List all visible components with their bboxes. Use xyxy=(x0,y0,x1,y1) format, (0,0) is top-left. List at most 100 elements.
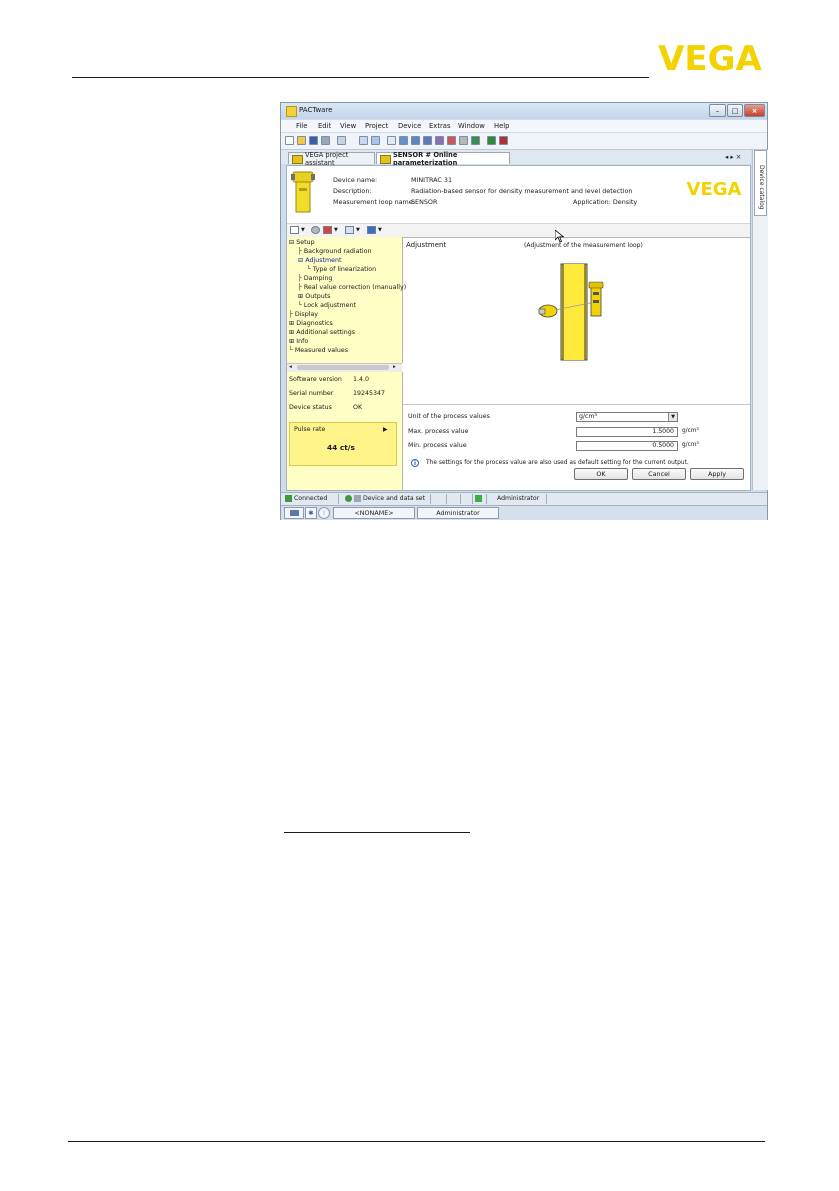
asterisk-icon[interactable]: ✱ xyxy=(305,507,317,519)
tree-item-outputs[interactable]: ⊞ Outputs xyxy=(298,293,330,300)
dtm-toolbar: ▼ ▼ ▼ ▼ xyxy=(287,223,750,238)
ok-button[interactable]: OK xyxy=(574,468,628,480)
tree-item-info[interactable]: ⊞ Info xyxy=(289,338,308,345)
text-rule xyxy=(284,832,470,833)
tree-item-background-radiation[interactable]: ├ Background radiation xyxy=(298,248,372,255)
view-icon[interactable] xyxy=(290,226,299,234)
print-icon[interactable] xyxy=(311,226,320,234)
tab-vega-project-assistant[interactable]: VEGA project assistant xyxy=(288,151,375,167)
help-dropdown-icon[interactable]: ▼ xyxy=(378,227,382,233)
menu-extras[interactable]: Extras xyxy=(429,122,450,130)
project-assistant-icon xyxy=(292,155,303,164)
scroll-thumb[interactable] xyxy=(297,365,389,370)
project-view-icon[interactable] xyxy=(371,136,380,145)
sensor-tab-icon xyxy=(380,155,391,164)
tab-sensor-online-parameterization[interactable]: SENSOR # Online parameterization xyxy=(376,151,510,167)
tree-item-damping[interactable]: ├ Damping xyxy=(298,275,332,282)
device-name-label: Device name: xyxy=(333,176,378,184)
info-status-icon[interactable]: i xyxy=(318,507,330,519)
open-icon[interactable] xyxy=(297,136,306,145)
print-preview-icon[interactable] xyxy=(337,136,346,145)
new-icon[interactable] xyxy=(285,136,294,145)
device-catalog-tab[interactable]: Device catalog xyxy=(754,150,767,216)
download-icon[interactable] xyxy=(435,136,444,145)
tree-item-diagnostics[interactable]: ⊞ Diagnostics xyxy=(289,320,333,327)
scroll-left-icon[interactable]: ◂ xyxy=(289,364,292,370)
connection-status: Connected xyxy=(283,494,339,504)
menu-device[interactable]: Device xyxy=(398,122,421,130)
measured-values-icon[interactable] xyxy=(487,136,496,145)
chevron-down-icon[interactable]: ▼ xyxy=(668,413,677,421)
menu-edit[interactable]: Edit xyxy=(318,122,331,130)
language-dropdown-icon[interactable]: ▼ xyxy=(356,227,360,233)
menu-project[interactable]: Project xyxy=(365,122,388,130)
diagnosis-icon[interactable] xyxy=(459,136,468,145)
unit-select[interactable]: g/cm³ ▼ xyxy=(576,412,678,422)
tools-dropdown-icon[interactable]: ▼ xyxy=(334,227,338,233)
tree-item-additional-settings[interactable]: ⊞ Additional settings xyxy=(289,329,355,336)
print-icon[interactable] xyxy=(321,136,330,145)
menu-view[interactable]: View xyxy=(340,122,356,130)
dtm-vega-logo: VEGA xyxy=(687,180,742,197)
scroll-right-icon[interactable]: ▸ xyxy=(393,364,396,370)
connect-icon[interactable] xyxy=(399,136,408,145)
loop-name-value: SENSOR xyxy=(411,198,438,206)
simulation-icon[interactable] xyxy=(499,136,508,145)
language-icon[interactable] xyxy=(345,226,354,234)
cancel-button[interactable]: Cancel xyxy=(632,468,686,480)
status-bar: Connected Device and data set Administra… xyxy=(281,492,767,505)
device-status-label: Device status xyxy=(289,404,332,411)
upload-icon[interactable] xyxy=(423,136,432,145)
sync-icon xyxy=(345,494,352,502)
parameter-icon[interactable] xyxy=(447,136,456,145)
min-value-unit: g/cm³ xyxy=(682,442,699,448)
max-value-input[interactable]: 1.5000 xyxy=(576,427,678,437)
tree-item-setup[interactable]: ⊟ Setup xyxy=(289,239,315,246)
pactware-window: PACTware – □ × File Edit View Project De… xyxy=(280,102,768,520)
user-role[interactable]: Administrator xyxy=(417,507,499,519)
apply-button[interactable]: Apply xyxy=(690,468,744,480)
status-slot-3 xyxy=(461,494,473,504)
view-dropdown-icon[interactable]: ▼ xyxy=(301,227,305,233)
pulse-rate-value: 44 ct/s xyxy=(327,443,355,452)
checkmark-icon xyxy=(475,494,482,502)
close-button[interactable]: × xyxy=(744,104,765,117)
tree-item-lock-adjustment[interactable]: └ Lock adjustment xyxy=(298,302,356,309)
tab-navigation[interactable]: ◂ ▸ × xyxy=(725,153,741,161)
software-version-label: Software version xyxy=(289,376,342,383)
tree-item-measured-values[interactable]: └ Measured values xyxy=(289,347,348,354)
network-toggle-icon[interactable] xyxy=(284,507,304,519)
title-bar: PACTware – □ × xyxy=(281,103,767,119)
mouse-cursor-icon xyxy=(555,230,564,243)
tree-item-real-value-correction[interactable]: ├ Real value correction (manually) xyxy=(298,284,406,291)
network-icon[interactable] xyxy=(471,136,480,145)
tree-item-display[interactable]: ├ Display xyxy=(289,311,318,318)
maximize-button[interactable]: □ xyxy=(727,104,743,117)
tree-horizontal-scrollbar[interactable]: ◂ ▸ xyxy=(287,363,402,372)
save-icon[interactable] xyxy=(309,136,318,145)
min-value-input[interactable]: 0.5000 xyxy=(576,441,678,451)
pulse-rate-label: Pulse rate xyxy=(294,426,326,433)
navigation-tree: ⊟ Setup ├ Background radiation ⊟ Adjustm… xyxy=(287,237,406,363)
menu-help[interactable]: Help xyxy=(494,122,510,130)
help-icon[interactable] xyxy=(367,226,376,234)
application-info: Application: Density xyxy=(573,198,638,206)
device-name-value: MINITRAC 31 xyxy=(411,176,453,184)
info-icon: i xyxy=(411,459,419,467)
min-value-label: Min. process value xyxy=(408,442,467,449)
device-status-value: OK xyxy=(353,404,363,411)
menu-file[interactable]: File xyxy=(296,122,307,130)
pulse-rate-expand-icon[interactable]: ▶ xyxy=(383,426,388,433)
tools-icon[interactable] xyxy=(323,226,332,234)
side-panel-strip: Device catalog xyxy=(752,150,768,490)
tree-item-adjustment[interactable]: ⊟ Adjustment xyxy=(298,257,341,264)
project-name[interactable]: <NONAME> xyxy=(333,507,415,519)
minimize-button[interactable]: – xyxy=(709,104,726,117)
tree-item-type-of-linearization[interactable]: └ Type of linearization xyxy=(307,266,376,273)
device-view-icon[interactable] xyxy=(359,136,368,145)
user-status: Administrator xyxy=(487,494,547,504)
layout-icon[interactable] xyxy=(387,136,396,145)
disconnect-icon[interactable] xyxy=(411,136,420,145)
menu-window[interactable]: Window xyxy=(458,122,485,130)
header-rule xyxy=(72,77,649,78)
